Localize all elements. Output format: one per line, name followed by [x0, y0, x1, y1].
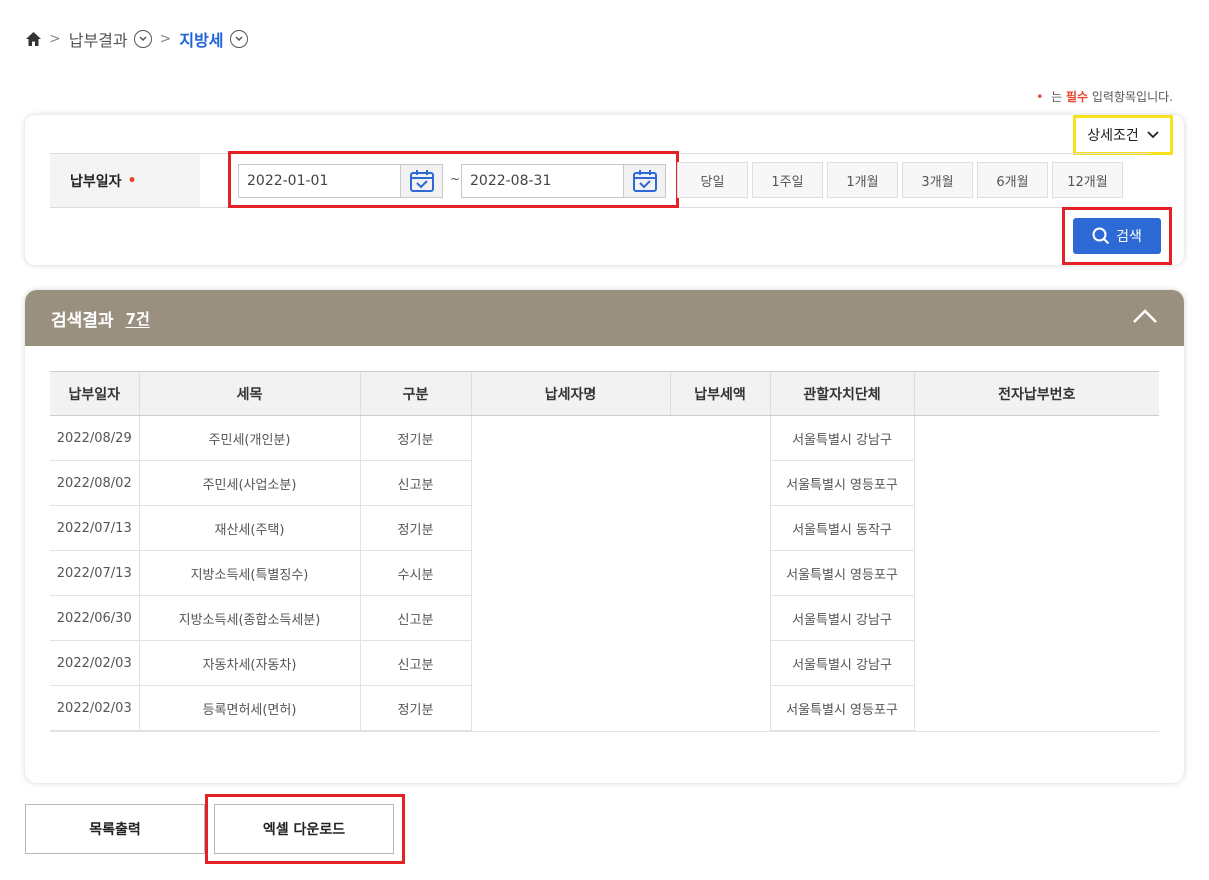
chevron-right-icon: > [49, 31, 61, 47]
cell-jurisdiction: 서울특별시 영등포구 [769, 550, 914, 596]
cell-type: 정기분 [359, 505, 471, 551]
column-header: 세목 [138, 371, 360, 416]
result-title: 검색결과 [51, 310, 114, 331]
cell-type: 신고분 [359, 640, 471, 686]
column-header: 구분 [359, 371, 471, 416]
breadcrumb-item-payment-result[interactable]: 납부결과 [69, 27, 152, 51]
cell-jurisdiction: 서울특별시 동작구 [769, 505, 914, 551]
cell-taxpayer-amount [470, 415, 770, 731]
cell-date: 2022/07/13 [50, 550, 139, 596]
column-header: 납부일자 [50, 371, 139, 416]
cell-tax-item: 재산세(주택) [138, 505, 360, 551]
period-buttons: 당일 1주일 1개월 3개월 6개월 12개월 [677, 162, 1123, 198]
cell-date: 2022/06/30 [50, 595, 139, 641]
result-header: 검색결과 7건 [25, 290, 1184, 346]
search-panel: 상세조건 납부일자 • 2022-01-01 ~ 2022-08-31 당일 1… [25, 115, 1184, 265]
cell-jurisdiction: 서울특별시 강남구 [769, 415, 914, 461]
cell-jurisdiction: 서울특별시 영등포구 [769, 460, 914, 506]
cell-date: 2022/08/29 [50, 415, 139, 461]
search-button-highlight: 검색 [1062, 207, 1172, 265]
cell-tax-item: 등록면허세(면허) [138, 685, 360, 731]
breadcrumb-label: 납부결과 [68, 31, 128, 50]
period-today-button[interactable]: 당일 [677, 162, 748, 198]
period-1month-button[interactable]: 1개월 [827, 162, 898, 198]
payment-date-label: 납부일자 • [50, 154, 200, 207]
cell-type: 정기분 [359, 415, 471, 461]
period-3month-button[interactable]: 3개월 [902, 162, 973, 198]
cell-tax-item: 지방소득세(종합소득세분) [138, 595, 360, 641]
cell-tax-item: 주민세(사업소분) [138, 460, 360, 506]
cell-jurisdiction: 서울특별시 영등포구 [769, 685, 914, 731]
cell-type: 정기분 [359, 685, 471, 731]
breadcrumb: > 납부결과 > 지방세 [25, 28, 248, 50]
list-print-button[interactable]: 목록출력 [25, 804, 205, 854]
detail-conditions-button[interactable]: 상세조건 [1073, 115, 1173, 155]
chevron-right-icon: > [159, 31, 172, 47]
table-bottom-border [50, 730, 1159, 732]
result-count[interactable]: 7건 [126, 308, 150, 329]
period-1week-button[interactable]: 1주일 [752, 162, 823, 198]
cell-epay-number [913, 415, 1159, 731]
cell-date: 2022/08/02 [50, 460, 139, 506]
chevron-up-icon[interactable] [1132, 306, 1158, 328]
required-dot: • [1036, 90, 1044, 104]
date-from-field[interactable]: 2022-01-01 [238, 164, 443, 198]
chevron-down-icon[interactable] [229, 30, 248, 48]
calendar-icon[interactable] [623, 165, 665, 197]
breadcrumb-item-local-tax[interactable]: 지방세 [179, 27, 248, 51]
chevron-down-icon [1147, 131, 1159, 139]
cell-tax-item: 주민세(개인분) [138, 415, 360, 461]
column-header: 전자납부번호 [913, 371, 1159, 416]
cell-date: 2022/02/03 [50, 685, 139, 731]
cell-jurisdiction: 서울특별시 강남구 [769, 595, 914, 641]
period-6month-button[interactable]: 6개월 [977, 162, 1048, 198]
column-header: 납부세액 [669, 371, 770, 416]
table-header-row: 납부일자 세목 구분 납세자명 납부세액 관할자치단체 전자납부번호 [50, 371, 1159, 416]
excel-button-highlight: 엑셀 다운로드 [205, 794, 405, 864]
excel-download-button[interactable]: 엑셀 다운로드 [214, 804, 394, 854]
cell-tax-item: 지방소득세(특별징수) [138, 550, 360, 596]
breadcrumb-label: 지방세 [179, 31, 224, 50]
column-header: 관할자치단체 [769, 371, 914, 416]
result-table: 납부일자 세목 구분 납세자명 납부세액 관할자치단체 전자납부번호 2022/… [50, 371, 1159, 732]
table-row[interactable]: 2022/08/29 주민세(개인분) 정기분 서울특별시 강남구 [50, 415, 1159, 731]
required-dot: • [127, 172, 137, 189]
cell-tax-item: 자동차세(자동차) [138, 640, 360, 686]
required-field-note: • 는 필수 입력항목입니다. [1036, 90, 1173, 104]
date-to-field[interactable]: 2022-08-31 [461, 164, 666, 198]
result-panel: 검색결과 7건 납부일자 세목 구분 납세자명 납부세액 관할자치단체 전자납부… [25, 290, 1184, 783]
period-12month-button[interactable]: 12개월 [1052, 162, 1123, 198]
search-button[interactable]: 검색 [1073, 218, 1161, 254]
cell-jurisdiction: 서울특별시 강남구 [769, 640, 914, 686]
payment-date-row: 납부일자 • 2022-01-01 ~ 2022-08-31 당일 1주일 1개… [50, 151, 1150, 208]
cell-type: 신고분 [359, 595, 471, 641]
cell-date: 2022/02/03 [50, 640, 139, 686]
home-icon[interactable] [25, 31, 41, 47]
search-icon [1092, 227, 1110, 245]
chevron-down-icon[interactable] [133, 30, 152, 48]
cell-date: 2022/07/13 [50, 505, 139, 551]
cell-type: 수시분 [359, 550, 471, 596]
cell-type: 신고분 [359, 460, 471, 506]
column-header: 납세자명 [470, 371, 670, 416]
calendar-icon[interactable] [400, 165, 442, 197]
date-range-separator: ~ [450, 172, 461, 186]
